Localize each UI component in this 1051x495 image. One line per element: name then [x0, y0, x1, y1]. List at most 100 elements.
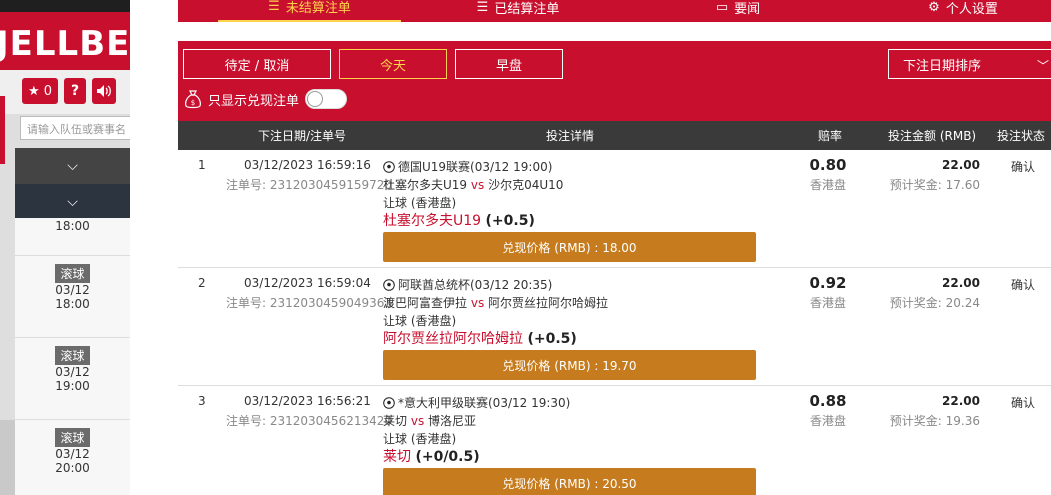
tab-news[interactable]: ▭ 要闻: [698, 0, 778, 22]
odds-type: 香港盘: [809, 414, 846, 428]
speaker-icon: [97, 85, 111, 97]
today-button[interactable]: 今天: [339, 49, 447, 79]
selection-handicap: (+0.5): [485, 213, 535, 229]
match-date: 03/12: [55, 447, 90, 461]
bet-status: 确认: [1010, 396, 1035, 410]
sort-select-value: 下注日期排序: [903, 58, 982, 74]
match-date: 03/12: [55, 283, 90, 297]
team-search-input[interactable]: 请输入队伍或赛事名: [20, 116, 130, 140]
match-time: 19:00: [55, 379, 90, 393]
bet-odds: 0.80: [809, 156, 847, 174]
vs-label: vs: [470, 178, 485, 192]
table-header: 下注日期/注单号 投注详情 赔率 投注金额 (RMB) 投注状态: [178, 121, 1051, 150]
chevron-down-icon: ⌵: [67, 158, 78, 174]
bet-teams: 莱切 vs 博洛尼亚: [383, 412, 476, 429]
help-button[interactable]: ?: [64, 78, 86, 104]
sound-button[interactable]: [92, 78, 116, 104]
my-bets-content: ☰ 未结算注单 ☰ 已结算注单 ▭ 要闻 ⚙ 个人设置 待定 / 取消 今天 早…: [178, 0, 1051, 495]
left-panel-bottom: [0, 420, 15, 495]
odds-type: 香港盘: [809, 296, 846, 310]
star-icon: ★: [28, 83, 40, 99]
bet-stake: 22.00: [942, 394, 980, 408]
bet-league: 德国U19联赛(03/12 19:00): [383, 158, 552, 175]
news-icon: ▭: [715, 0, 729, 15]
league-name: *意大利甲级联赛(03/12 19:30): [398, 396, 571, 410]
chevron-down-icon: ⌵: [67, 194, 78, 210]
collapse-row-2[interactable]: ⌵: [15, 184, 130, 220]
match-time: 20:00: [55, 461, 90, 475]
svg-text:$: $: [191, 99, 195, 107]
col-status: 投注状态: [997, 129, 1046, 143]
home-team: 渡巴阿富查伊拉: [383, 296, 468, 310]
tab-label: 个人设置: [945, 1, 998, 17]
collapse-row-1[interactable]: ⌵: [15, 148, 130, 184]
soccer-ball-icon: [383, 160, 395, 173]
tab-unsettled[interactable]: ☰ 未结算注单: [218, 0, 401, 22]
bet-datetime: 03/12/2023 16:56:21: [244, 394, 371, 408]
bet-odds: 0.88: [809, 392, 847, 410]
live-badge: 滚球: [55, 264, 90, 283]
bet-teams: 渡巴阿富查伊拉 vs 阿尔贾丝拉阿尔哈姆拉: [383, 294, 608, 311]
match-time-cell[interactable]: 18:00: [15, 218, 130, 256]
match-time-cell[interactable]: 滚球 03/12 19:00: [15, 338, 130, 420]
chevron-down-icon: ﹀: [1036, 59, 1049, 73]
cashout-toggle[interactable]: [305, 89, 348, 109]
tabs-spacer: [178, 22, 1051, 41]
match-time-cell[interactable]: 滚球 03/12 20:00: [15, 420, 130, 495]
bet-teams: 杜塞尔多夫U19 vs 沙尔克04U10: [383, 176, 563, 193]
question-icon: ?: [70, 83, 80, 99]
live-badge: 滚球: [55, 428, 90, 447]
early-market-button[interactable]: 早盘: [455, 49, 563, 79]
away-team: 阿尔贾丝拉阿尔哈姆拉: [488, 296, 609, 310]
soccer-ball-icon: [383, 278, 395, 291]
tab-label: 已结算注单: [494, 1, 560, 17]
selection-handicap: (+0.5): [527, 331, 577, 347]
list-icon: ☰: [268, 0, 280, 14]
bet-selection: 莱切 (+0/0.5): [383, 446, 480, 466]
tab-label: 未结算注单: [285, 0, 351, 16]
bet-row: 2 03/12/2023 16:59:04 注单号: 2312030459049…: [178, 268, 1051, 386]
gear-icon: ⚙: [928, 0, 940, 15]
estimated-payout: 预计奖金: 19.36: [889, 414, 980, 428]
selection-handicap: (+0/0.5): [415, 449, 480, 465]
filter-bar: 待定 / 取消 今天 早盘 下注日期排序 ﹀ $ 只显示兑现注单: [178, 41, 1051, 121]
bet-status: 确认: [1010, 160, 1035, 174]
favorites-button[interactable]: ★ 0: [22, 78, 58, 104]
bet-number: 注单号: 2312030459049363: [226, 296, 393, 310]
match-date: 03/12: [55, 365, 90, 379]
away-team: 沙尔克04U10: [488, 178, 564, 192]
cashout-filter: $ 只显示兑现注单: [184, 87, 348, 111]
favorites-count: 0: [43, 83, 52, 99]
match-time: 18:00: [55, 297, 90, 311]
cashout-button[interactable]: 兑现价格 (RMB) : 20.50: [383, 468, 756, 495]
bet-odds: 0.92: [809, 274, 847, 292]
col-odds: 赔率: [818, 129, 843, 143]
league-name: 阿联酋总统杯(03/12 20:35): [398, 278, 553, 292]
bet-datetime: 03/12/2023 16:59:04: [244, 276, 371, 290]
money-bag-icon: $: [185, 90, 201, 109]
bet-market: 让球 (香港盘): [383, 196, 457, 210]
cashout-button[interactable]: 兑现价格 (RMB) : 19.70: [383, 350, 756, 380]
bet-row: 3 03/12/2023 16:56:21 注单号: 2312030456213…: [178, 386, 1051, 495]
tab-settings[interactable]: ⚙ 个人设置: [913, 0, 1013, 22]
soccer-ball-icon: [383, 396, 395, 409]
bet-league: 阿联酋总统杯(03/12 20:35): [383, 276, 552, 293]
my-bets-panel: ☰ 未结算注单 ☰ 已结算注单 ▭ 要闻 ⚙ 个人设置 待定 / 取消 今天 早…: [130, 0, 1051, 495]
bet-league: *意大利甲级联赛(03/12 19:30): [383, 394, 570, 411]
live-badge: 滚球: [55, 346, 90, 365]
col-date: 下注日期/注单号: [258, 129, 347, 143]
away-team: 博洛尼亚: [428, 414, 477, 428]
match-time-cell[interactable]: 滚球 03/12 18:00: [15, 256, 130, 338]
tab-label: 要闻: [734, 1, 761, 17]
left-accent-strip: [0, 96, 5, 164]
cashout-filter-label: 只显示兑现注单: [208, 93, 300, 109]
bet-index: 2: [198, 276, 206, 290]
toggle-knob: [307, 91, 324, 107]
list-icon: ☰: [476, 0, 489, 15]
selection-team: 莱切: [383, 449, 411, 465]
cashout-button[interactable]: 兑现价格 (RMB) : 18.00: [383, 232, 756, 262]
pending-cancel-button[interactable]: 待定 / 取消: [183, 49, 331, 79]
sort-select[interactable]: 下注日期排序 ﹀: [888, 49, 1051, 79]
tab-settled[interactable]: ☰ 已结算注单: [438, 0, 598, 22]
estimated-payout: 预计奖金: 17.60: [889, 178, 980, 192]
